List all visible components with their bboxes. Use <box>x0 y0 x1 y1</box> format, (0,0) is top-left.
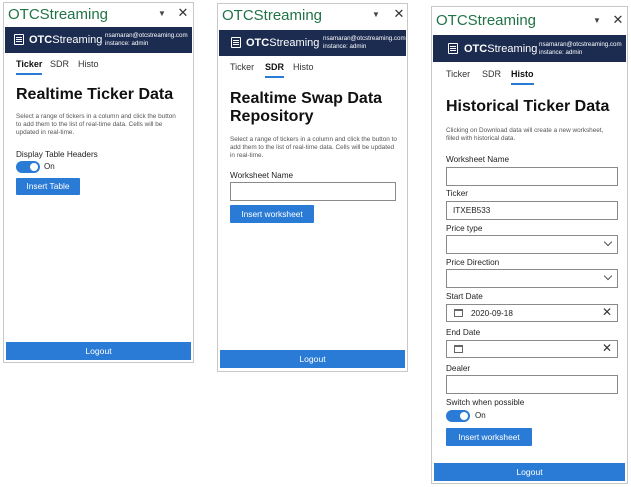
close-icon[interactable]: ✕ <box>393 6 405 21</box>
page-title: Historical Ticker Data <box>446 98 610 115</box>
app-header: OTCStreaming nsamaran@otcstreaming.com i… <box>5 27 192 53</box>
worksheet-name-label: Worksheet Name <box>230 171 294 180</box>
dealer-label: Dealer <box>446 364 471 373</box>
price-type-label: Price type <box>446 224 483 233</box>
taskpane-titlebar: OTCStreaming ▼ ✕ <box>4 3 193 27</box>
insert-worksheet-button[interactable]: Insert worksheet <box>446 428 532 446</box>
tab-ticker[interactable]: Ticker <box>16 59 43 75</box>
description: Clicking on Download data will create a … <box>446 127 604 142</box>
user-email: nsamaran@otcstreaming.com <box>105 32 188 39</box>
pane-options-icon[interactable]: ▼ <box>157 9 167 19</box>
tab-sdr[interactable]: SDR <box>50 59 69 69</box>
chevron-down-icon <box>603 271 613 281</box>
logo-icon <box>448 43 458 54</box>
price-type-select[interactable] <box>446 235 618 254</box>
user-email: nsamaran@otcstreaming.com <box>539 41 622 48</box>
pane-options-icon[interactable]: ▼ <box>592 16 602 26</box>
clear-date-icon[interactable]: ✕ <box>602 305 612 319</box>
clear-date-icon[interactable]: ✕ <box>602 341 612 355</box>
tab-sdr[interactable]: SDR <box>265 62 285 78</box>
display-headers-toggle[interactable] <box>16 161 40 173</box>
brand-name: OTCStreaming <box>464 43 538 55</box>
user-info: nsamaran@otcstreaming.com instance: admi… <box>105 32 188 47</box>
description: Select a range of tickers in a column an… <box>16 113 176 136</box>
user-instance: instance: admin <box>539 48 583 56</box>
insert-worksheet-button[interactable]: Insert worksheet <box>230 205 314 223</box>
tab-ticker[interactable]: Ticker <box>230 62 254 72</box>
switch-when-possible-toggle[interactable] <box>446 410 470 422</box>
taskpane-ticker: OTCStreaming ▼ ✕ OTCStreaming nsamaran@o… <box>3 2 194 363</box>
tab-histo[interactable]: Histo <box>293 62 314 72</box>
user-info: nsamaran@otcstreaming.com instance: admi… <box>539 41 622 56</box>
description: Select a range of tickers in a column an… <box>230 136 397 159</box>
tab-histo[interactable]: Histo <box>78 59 99 69</box>
logout-button[interactable]: Logout <box>220 350 405 368</box>
taskpane-histo: OTCStreaming ▼ ✕ OTCStreaming nsamaran@o… <box>431 6 628 484</box>
chevron-down-icon <box>603 237 613 247</box>
user-instance: instance: admin <box>323 42 367 50</box>
dealer-field[interactable] <box>446 375 618 394</box>
toggle-state: On <box>475 411 486 420</box>
close-icon[interactable]: ✕ <box>177 5 189 20</box>
taskpane-sdr: OTCStreaming ▼ ✕ OTCStreaming nsamaran@o… <box>217 3 408 372</box>
tab-sdr[interactable]: SDR <box>482 69 501 79</box>
price-direction-select[interactable] <box>446 269 618 288</box>
insert-table-button[interactable]: Insert Table <box>16 178 80 195</box>
user-email: nsamaran@otcstreaming.com <box>323 35 406 42</box>
worksheet-name-field[interactable] <box>230 182 396 201</box>
calendar-icon <box>454 309 463 317</box>
toggle-label: Display Table Headers <box>16 150 98 159</box>
ticker-field[interactable]: ITXEB533 <box>446 201 618 220</box>
page-title: Realtime Swap Data Repository <box>230 90 383 125</box>
brand-name: OTCStreaming <box>29 34 103 46</box>
page-title: Realtime Ticker Data <box>16 86 174 103</box>
worksheet-name-label: Worksheet Name <box>446 155 510 164</box>
app-header: OTCStreaming nsamaran@otcstreaming.com i… <box>219 30 406 56</box>
ticker-label: Ticker <box>446 189 468 198</box>
logo-icon <box>231 37 241 48</box>
taskpane-title: OTCStreaming <box>8 6 109 23</box>
end-date-picker[interactable]: ✕ <box>446 340 618 358</box>
calendar-icon <box>454 345 463 353</box>
worksheet-name-field[interactable] <box>446 167 618 186</box>
switch-label: Switch when possible <box>446 398 525 407</box>
tab-histo[interactable]: Histo <box>511 69 534 85</box>
brand-name: OTCStreaming <box>246 37 320 49</box>
start-date-label: Start Date <box>446 292 483 301</box>
logout-button[interactable]: Logout <box>434 463 625 481</box>
logo-icon <box>14 34 24 45</box>
price-direction-label: Price Direction <box>446 258 500 267</box>
logout-button[interactable]: Logout <box>6 342 191 360</box>
user-instance: instance: admin <box>105 39 149 47</box>
end-date-label: End Date <box>446 328 481 337</box>
taskpane-title: OTCStreaming <box>436 12 537 29</box>
user-info: nsamaran@otcstreaming.com instance: admi… <box>323 35 406 50</box>
start-date-picker[interactable]: 2020-09-18 ✕ <box>446 304 618 322</box>
taskpane-titlebar: OTCStreaming ▼ ✕ <box>218 4 407 28</box>
taskpane-titlebar: OTCStreaming ▼ ✕ <box>432 7 627 31</box>
app-header: OTCStreaming nsamaran@otcstreaming.com i… <box>433 35 626 62</box>
pane-options-icon[interactable]: ▼ <box>371 10 381 20</box>
taskpane-title: OTCStreaming <box>222 7 323 24</box>
tab-ticker[interactable]: Ticker <box>446 69 470 79</box>
toggle-state: On <box>44 162 55 171</box>
close-icon[interactable]: ✕ <box>612 12 624 27</box>
